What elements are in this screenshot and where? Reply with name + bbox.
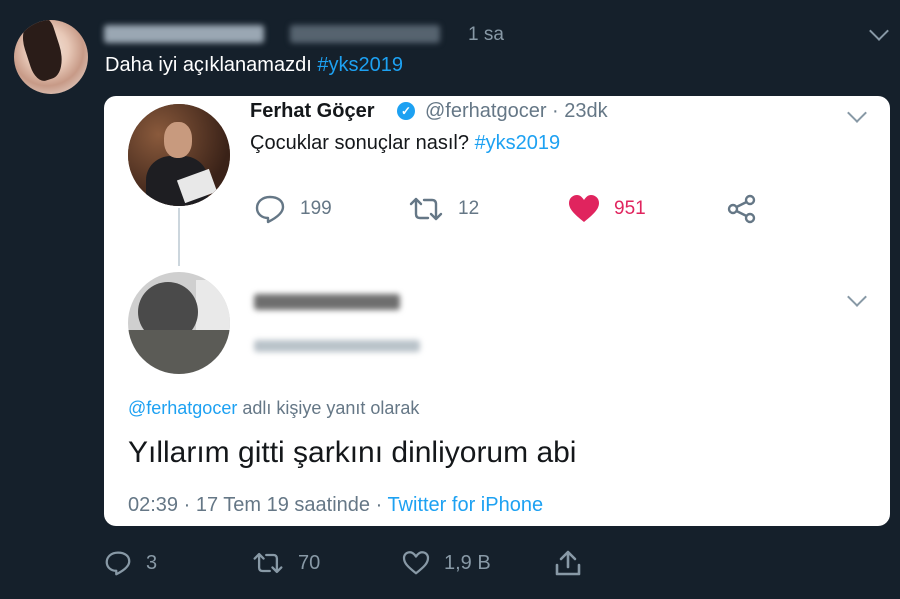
retweet-icon: [409, 197, 443, 221]
blurred-handle: [290, 25, 440, 43]
quoted-reply-action[interactable]: 199: [254, 194, 332, 224]
heart-icon: [569, 195, 599, 222]
outer-like-count: 1,9 B: [444, 551, 491, 574]
outer-retweet-action[interactable]: 70: [252, 548, 320, 578]
reply-to-line: @ferhatgocer adlı kişiye yanıt olarak: [128, 398, 419, 419]
embedded-tweet-card[interactable]: Ferhat Göçer ✓ @ferhatgocer · 23dk Çocuk…: [104, 96, 890, 526]
share-icon: [555, 550, 581, 576]
retweet-icon: [253, 552, 283, 574]
reply-text: Yıllarım gitti şarkını dinliyorum abi: [128, 436, 577, 469]
heart-icon: [402, 551, 430, 575]
thread-line: [178, 208, 180, 266]
quoted-retweet-action[interactable]: 12: [408, 194, 479, 224]
verified-icon: ✓: [397, 102, 415, 120]
reply-timestamp: 02:39 · 17 Tem 19 saatinde ·: [128, 494, 388, 516]
reply-icon: [255, 195, 285, 224]
chevron-down-icon[interactable]: [869, 21, 889, 41]
outer-like-action[interactable]: 1,9 B: [402, 548, 491, 578]
outer-avatar[interactable]: [14, 20, 88, 94]
quoted-avatar[interactable]: [128, 104, 230, 206]
quoted-handle-time[interactable]: @ferhatgocer · 23dk: [425, 100, 608, 123]
quoted-reply-count: 199: [300, 198, 332, 219]
quoted-share-action[interactable]: [726, 194, 758, 224]
quoted-hashtag[interactable]: #yks2019: [475, 132, 561, 154]
outer-time: 1 sa: [468, 24, 504, 45]
outer-reply-count: 3: [146, 551, 158, 574]
reply-avatar[interactable]: [128, 272, 230, 374]
share-icon: [727, 194, 756, 224]
outer-share-action[interactable]: [554, 548, 582, 578]
blurred-reply-handle: [254, 340, 420, 352]
quoted-like-action[interactable]: 951: [568, 194, 646, 224]
reply-mention[interactable]: @ferhatgocer: [128, 398, 237, 418]
blurred-display-name: [104, 25, 264, 43]
quoted-tweet-body: Çocuklar sonuçlar nasıl?: [250, 132, 469, 154]
reply-icon: [105, 551, 131, 576]
outer-reply-action[interactable]: 3: [104, 548, 157, 578]
outer-hashtag[interactable]: #yks2019: [317, 54, 403, 76]
quoted-tweet-text: Çocuklar sonuçlar nasıl? #yks2019: [250, 132, 560, 155]
quoted-like-count: 951: [614, 198, 646, 219]
reply-source[interactable]: Twitter for iPhone: [387, 494, 543, 516]
reply-to-label: adlı kişiye yanıt olarak: [242, 398, 420, 418]
quoted-author-name[interactable]: Ferhat Göçer: [250, 100, 374, 123]
chevron-down-icon[interactable]: [847, 103, 867, 123]
outer-retweet-count: 70: [298, 551, 321, 574]
blurred-reply-name: [254, 294, 400, 310]
reply-meta: 02:39 · 17 Tem 19 saatinde · Twitter for…: [128, 494, 543, 517]
outer-tweet-text: Daha iyi açıklanamazdı #yks2019: [105, 54, 403, 77]
outer-tweet-body: Daha iyi açıklanamazdı: [105, 54, 312, 76]
quoted-retweet-count: 12: [458, 198, 480, 219]
chevron-down-icon[interactable]: [847, 287, 867, 307]
